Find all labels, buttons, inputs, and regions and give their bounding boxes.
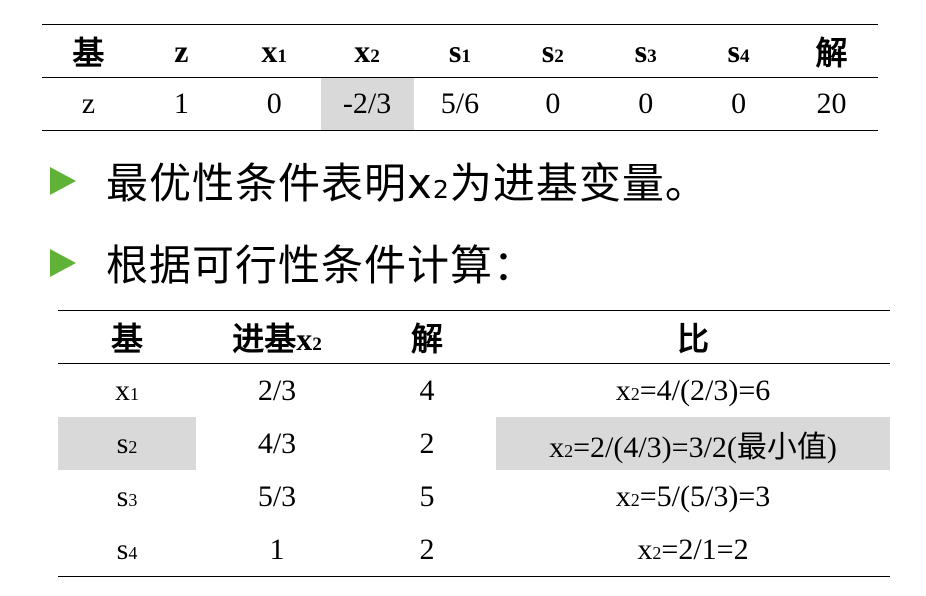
cell-solution: 2 [419,426,435,460]
ratio-table-header-row: 基 进基x2 解 比 [58,310,890,364]
cell-solution: 2 [419,532,435,566]
header-x1: x1 [227,24,321,78]
cell-z-x1: 0 [266,87,282,120]
cell-solution: 4 [419,373,435,407]
cell-ratio-highlighted: x2=2/(4/3)=3/2(最小值) [496,417,890,470]
cell-entering: 5/3 [257,479,297,513]
cell-entering: 1 [269,532,285,566]
header-solution: 解 [785,24,878,78]
table-row: s2 4/3 2 x2=2/(4/3)=3/2(最小值) [58,417,890,470]
cell-ratio: x2=2/1=2 [637,532,749,566]
cell-solution: 5 [419,479,435,513]
cell-z-s2: 0 [545,87,561,120]
ratio-test-table: 基 进基x2 解 比 x1 2/3 4 x2=4/(2/3)=6 s2 4/3 … [58,310,890,577]
header-z: z [134,24,228,78]
cell-z-solution: 20 [816,87,847,120]
header-basis: 基 [42,24,135,78]
header-ratio: 比 [496,310,890,364]
table-row: x1 2/3 4 x2=4/(2/3)=6 [58,364,890,418]
cell-basis-highlighted: s2 [58,417,196,470]
cell-basis: s3 [116,479,138,513]
header-s1: s1 [413,24,507,78]
header-basis: 基 [58,310,196,364]
table-row: s4 1 2 x2=2/1=2 [58,523,890,577]
cell-basis: s4 [116,532,138,566]
header-x2: x2 [320,24,414,78]
header-s2: s2 [506,24,600,78]
bullet-feasibility: 根据可行性条件计算： [50,232,536,293]
bullet-text: 根据可行性条件计算： [106,241,537,290]
cell-z-s3: 0 [638,87,654,120]
bullet-optimality: 最优性条件表明x2为进基变量。 [50,150,708,211]
arrow-bullet-icon [50,248,76,277]
header-solution: 解 [358,310,496,364]
cell-z-s1: 5/6 [440,87,480,120]
table-row: s3 5/3 5 x2=5/(5/3)=3 [58,470,890,523]
cell-z-x2-highlighted: -2/3 [320,77,414,131]
arrow-bullet-icon [50,166,76,195]
header-s3: s3 [599,24,693,78]
cell-ratio: x2=5/(5/3)=3 [615,479,771,513]
cell-z-s4: 0 [731,87,747,120]
top-table-header-row: 基 z x1 x2 s1 s2 s3 s4 解 [42,24,878,78]
header-s4: s4 [692,24,785,78]
cell-ratio: x2=4/(2/3)=6 [615,373,771,407]
bullet-text: 最优性条件表明x2为进基变量。 [106,159,708,208]
top-simplex-table: 基 z x1 x2 s1 s2 s3 s4 解 z 1 0 -2/3 5/6 0… [42,24,878,131]
cell-basis: x1 [115,373,139,407]
cell-entering: 4/3 [257,426,297,460]
top-table-z-row: z 1 0 -2/3 5/6 0 0 0 20 [42,77,878,131]
header-entering-x2: 进基x2 [196,310,358,364]
cell-z-basis: z [81,87,96,120]
cell-entering: 2/3 [257,373,297,407]
cell-z-z: 1 [173,87,189,120]
